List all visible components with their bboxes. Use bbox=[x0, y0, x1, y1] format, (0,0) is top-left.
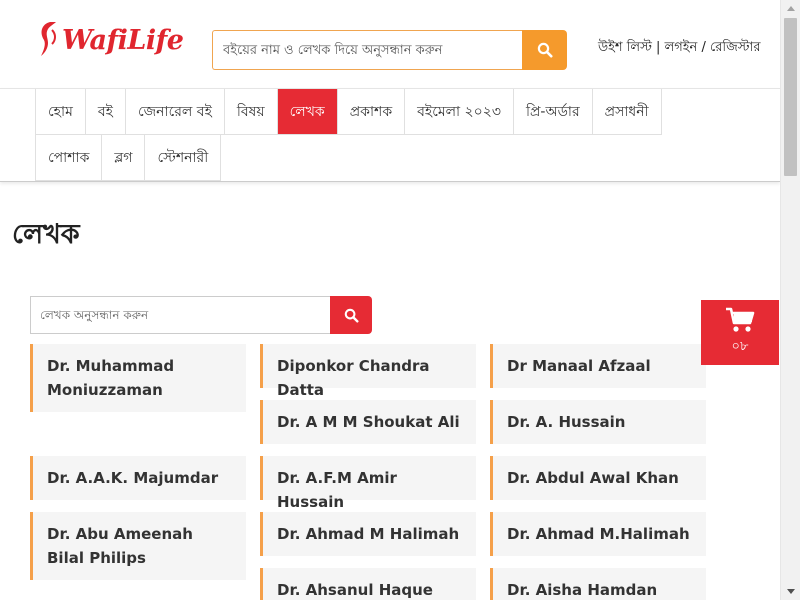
nav-item[interactable]: প্রি-অর্ডার bbox=[513, 89, 593, 135]
author-card[interactable]: Dr. Aisha Hamdan bbox=[490, 568, 706, 600]
nav-item[interactable]: স্টেশনারী bbox=[145, 135, 222, 181]
main-search-input[interactable] bbox=[212, 30, 522, 70]
logo[interactable]: WafiLife bbox=[36, 18, 184, 62]
scroll-down-arrow-icon[interactable] bbox=[787, 589, 795, 594]
author-card[interactable]: Dr. A. Hussain bbox=[490, 400, 706, 444]
author-card[interactable]: Dr Manaal Afzaal bbox=[490, 344, 706, 388]
author-card[interactable]: Dr. A M M Shoukat Ali bbox=[260, 400, 476, 444]
account-links: উইশ লিস্ট | লগইন / রেজিস্টার bbox=[598, 38, 760, 59]
floating-cart-button[interactable]: ০৮ bbox=[701, 300, 779, 365]
nav-item[interactable]: পোশাক bbox=[35, 135, 103, 181]
search-icon bbox=[344, 308, 359, 323]
author-card[interactable]: Dr. A.F.M Amir Hussain bbox=[260, 456, 476, 511]
separator: / bbox=[697, 40, 710, 55]
nav-item[interactable]: বিষয় bbox=[224, 89, 278, 135]
scroll-up-arrow-icon[interactable] bbox=[787, 6, 795, 11]
author-card[interactable]: Dr. Ahmad M.Halimah bbox=[490, 512, 706, 556]
site-header: WafiLife উইশ লিস্ট | লগইন / রেজিস্টার bbox=[0, 0, 780, 88]
nav-item[interactable]: জেনারেল বই bbox=[125, 89, 225, 135]
scrollbar[interactable] bbox=[780, 0, 800, 600]
nav-item[interactable]: বই bbox=[85, 89, 126, 135]
author-search-button[interactable] bbox=[330, 296, 372, 334]
author-card[interactable]: Dr. Ahmad M Halimah bbox=[260, 512, 476, 556]
main-search-button[interactable] bbox=[522, 30, 567, 70]
author-card[interactable]: Diponkor Chandra Datta bbox=[260, 344, 476, 399]
scroll-thumb[interactable] bbox=[784, 18, 797, 176]
author-search-input[interactable] bbox=[30, 296, 330, 334]
nav-item[interactable]: লেখক bbox=[277, 89, 338, 135]
separator: | bbox=[651, 40, 665, 55]
nav-item[interactable]: বইমেলা ২০২৩ bbox=[405, 89, 514, 135]
nav-item[interactable]: ব্লগ bbox=[102, 135, 146, 181]
logo-mark-icon bbox=[41, 22, 56, 56]
nav-item[interactable]: হোম bbox=[35, 89, 86, 135]
wishlist-link[interactable]: উইশ লিস্ট bbox=[598, 40, 652, 55]
nav-item[interactable]: প্রকাশক bbox=[337, 89, 406, 135]
main-nav: হোম বই জেনারেল বই বিষয় লেখক প্রকাশক বইমেলা ২০… bbox=[0, 88, 780, 182]
nav-item[interactable]: প্রসাধনী bbox=[592, 89, 662, 135]
author-card[interactable]: Dr. A.A.K. Majumdar bbox=[30, 456, 246, 500]
author-card[interactable]: Dr. Ahsanul Haque bbox=[260, 568, 476, 600]
cart-icon bbox=[726, 307, 755, 332]
author-card[interactable]: Dr. Abdul Awal Khan bbox=[490, 456, 706, 500]
search-icon bbox=[537, 42, 552, 58]
author-card[interactable]: Dr. Muhammad Moniuzzaman bbox=[30, 344, 246, 412]
page-title: লেখক bbox=[12, 219, 80, 250]
login-link[interactable]: লগইন bbox=[665, 40, 698, 55]
logo-text: WafiLife bbox=[62, 24, 184, 56]
cart-count: ০৮ bbox=[731, 339, 749, 354]
register-link[interactable]: রেজিস্টার bbox=[710, 40, 761, 55]
author-search bbox=[30, 296, 372, 334]
author-card[interactable]: Dr. Abu Ameenah Bilal Philips bbox=[30, 512, 246, 580]
nav-items: হোম বই জেনারেল বই বিষয় লেখক প্রকাশক বইমেলা ২০… bbox=[35, 89, 675, 181]
main-search bbox=[212, 30, 567, 70]
